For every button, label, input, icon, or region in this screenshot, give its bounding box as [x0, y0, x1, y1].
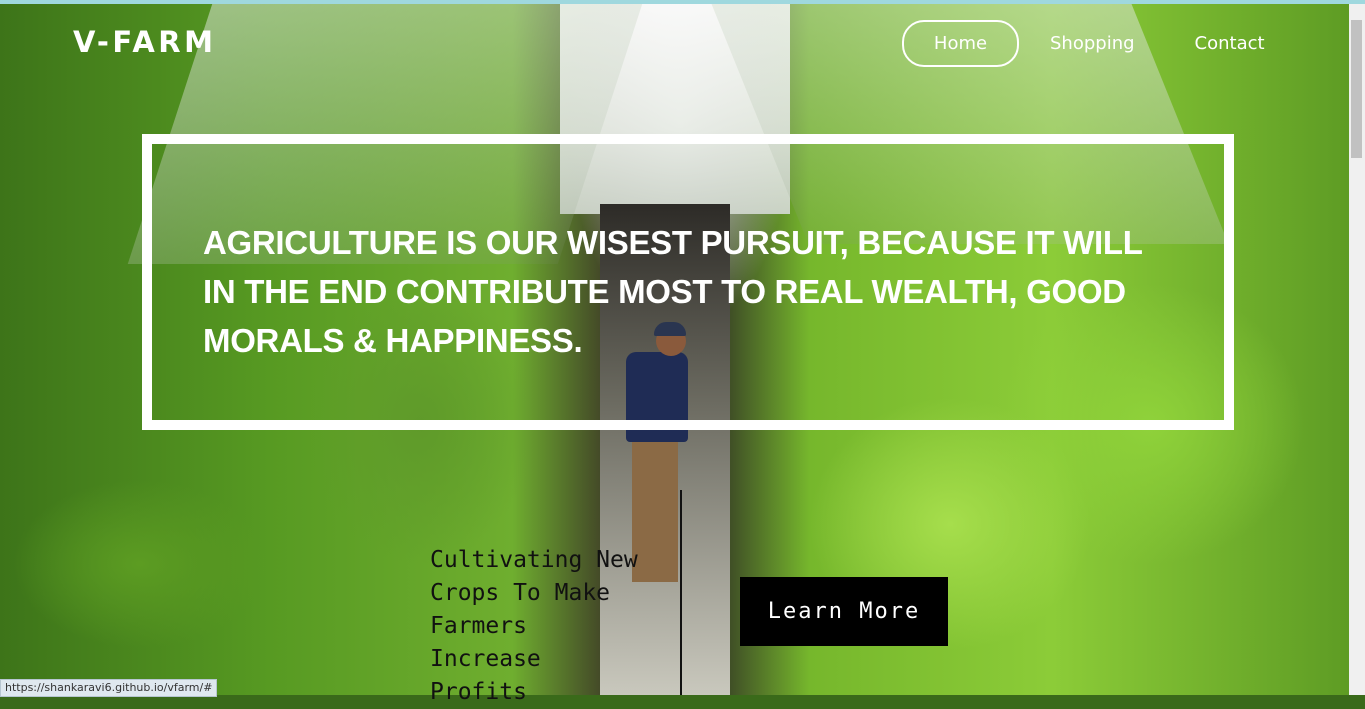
site-logo[interactable]: V-FARM — [73, 25, 217, 59]
quote-frame-gap — [202, 134, 292, 144]
scrollbar-thumb[interactable] — [1351, 20, 1362, 158]
status-bar-url: https://shankaravi6.github.io/vfarm/# — [0, 679, 218, 697]
nav-home-link[interactable]: Home — [902, 20, 1019, 67]
learn-more-button[interactable]: Learn More — [740, 577, 948, 646]
promo-tagline: Cultivating New Crops To Make Farmers In… — [430, 547, 638, 705]
hero-quote: AGRICULTURE IS OUR WISEST PURSUIT, BECAU… — [203, 224, 1142, 359]
section-divider — [680, 490, 682, 695]
nav-shopping-link[interactable]: Shopping — [1050, 33, 1135, 54]
nav-contact-link[interactable]: Contact — [1195, 33, 1265, 54]
main-nav: Home Shopping Contact — [902, 20, 1265, 67]
page-scrollbar[interactable] — [1349, 4, 1365, 695]
